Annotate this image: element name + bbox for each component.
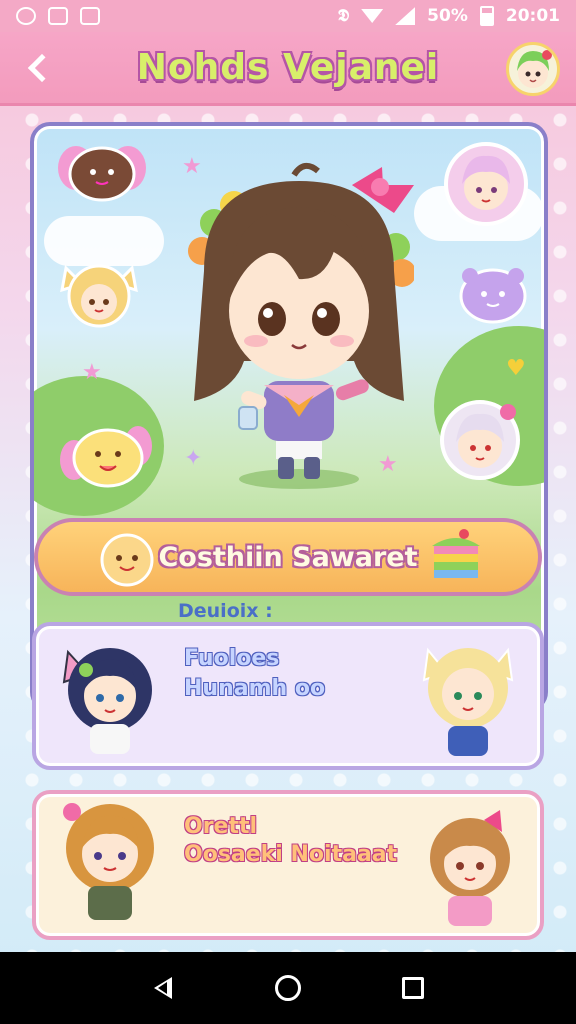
app-title: Nohds Vejanei: [136, 47, 440, 88]
yellow-creature-sticker: [60, 426, 152, 488]
clock: 20:01: [505, 6, 560, 26]
blonde-cat-character: [422, 647, 514, 756]
pink-character-sticker: [444, 142, 528, 226]
list-card[interactable]: Fuoloes Hunamh oo: [32, 622, 544, 770]
white-hair-character-sticker: [440, 400, 520, 480]
blonde-cat-sticker: [60, 264, 138, 328]
triangle-back-icon: [153, 977, 172, 999]
profile-avatar[interactable]: [506, 42, 560, 96]
star-icon: ★: [82, 360, 102, 385]
square-recents-icon: [402, 977, 425, 999]
banner-title: Costhiin Sawaret: [158, 541, 418, 573]
featured-banner[interactable]: Costhiin Sawaret: [34, 518, 542, 596]
rainbow-cake-icon: [432, 529, 480, 578]
camera-notification-icon: [48, 7, 68, 25]
app-notification-icon: [80, 7, 100, 25]
smiley-bun-icon: [100, 533, 154, 587]
orange-hair-character: [63, 803, 154, 920]
avatar-face-icon: [517, 50, 552, 88]
nav-back-button[interactable]: [141, 966, 185, 1010]
ginger-hair-character: [430, 810, 510, 926]
card-title-line1: Orettl: [184, 814, 258, 839]
navy-hair-cat-character: [62, 648, 152, 754]
status-left: [16, 7, 100, 25]
card-title-line1: Fuoloes: [184, 646, 280, 671]
list-card[interactable]: Orettl Oosaeki Noitaaat: [32, 790, 544, 940]
main-character-illustration: [188, 162, 414, 489]
circle-home-icon: [274, 975, 301, 1001]
signal-icon: [395, 7, 416, 25]
status-bar: 𝕯 50% 20:01: [0, 0, 576, 32]
wifi-icon: [361, 9, 384, 23]
creature-sticker: [58, 146, 146, 202]
heart-icon: ♥: [506, 356, 526, 381]
status-right: 𝕯 50% 20:01: [338, 6, 560, 26]
back-button[interactable]: [18, 48, 58, 88]
battery-percent: 50%: [427, 6, 468, 26]
notification-icon: [16, 7, 36, 25]
battery-icon: [479, 6, 494, 26]
chevron-left-icon: [27, 53, 57, 83]
mute-icon: 𝕯: [337, 6, 350, 26]
card-title-line2: Oosaeki Noitaaat: [184, 842, 398, 867]
purple-creature-sticker: [459, 268, 527, 324]
system-nav-bar: [0, 952, 576, 1024]
app-header: Nohds Vejanei: [0, 32, 576, 106]
section-label: Deuioix :: [178, 600, 273, 622]
nav-recents-button[interactable]: [391, 966, 435, 1010]
nav-home-button[interactable]: [266, 966, 310, 1010]
card-title-line2: Hunamh oo: [184, 676, 326, 701]
